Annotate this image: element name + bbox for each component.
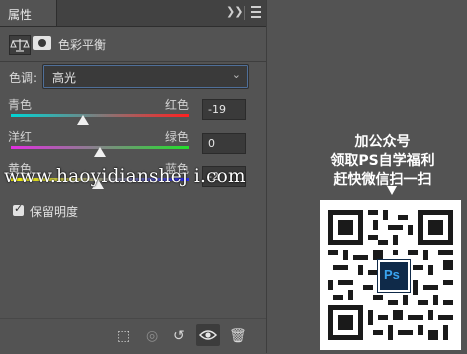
- photoshop-logo-icon: Ps: [378, 260, 410, 292]
- view-previous-icon[interactable]: ◎: [146, 328, 158, 344]
- promo-line-1: 加公众号: [354, 134, 411, 150]
- collapse-icon[interactable]: ❯❯: [226, 5, 243, 18]
- chevron-down-icon: ⌄: [231, 68, 241, 81]
- slider-cyan-label: 青色: [8, 98, 33, 112]
- tone-label: 色调:: [9, 71, 38, 85]
- slider-magenta-label: 洋红: [8, 130, 33, 144]
- panel-tab-bar: 属性 ❯❯: [0, 0, 266, 27]
- cyan-red-value-field[interactable]: -19: [202, 99, 246, 120]
- panel-bottom-toolbar: ⬚ ◎ ↺ 🗑: [0, 318, 266, 354]
- eye-icon: [198, 330, 218, 340]
- cyan-red-value: -19: [208, 103, 226, 116]
- cyan-red-slider-track[interactable]: [11, 114, 189, 117]
- promo-line-2: 领取PS自学福利: [330, 153, 435, 169]
- magenta-green-value: 0: [208, 137, 215, 150]
- reset-icon[interactable]: ↺: [173, 328, 185, 344]
- adjustment-title: 色彩平衡: [58, 38, 107, 52]
- trash-icon[interactable]: 🗑: [229, 328, 247, 344]
- magenta-green-value-field[interactable]: 0: [202, 133, 246, 154]
- qr-logo-text: Ps: [384, 267, 400, 282]
- preserve-luminosity-checkbox[interactable]: [13, 202, 24, 216]
- preserve-luminosity-label: 保留明度: [30, 205, 79, 219]
- cyan-red-slider-thumb[interactable]: [77, 115, 90, 125]
- slider-green-label: 绿色: [165, 130, 190, 144]
- clip-to-layer-icon[interactable]: ⬚: [117, 328, 130, 344]
- qr-code: Ps: [320, 200, 461, 350]
- tone-select-value: 高光: [52, 71, 77, 85]
- tab-properties[interactable]: 属性: [0, 0, 57, 26]
- tab-divider: [244, 6, 245, 20]
- layer-mask-icon[interactable]: [33, 36, 51, 50]
- slider-red-label: 红色: [165, 98, 190, 112]
- panel-menu-icon[interactable]: [251, 6, 261, 20]
- divider: [0, 61, 266, 62]
- color-balance-icon: [9, 35, 31, 55]
- adjustment-header: 色彩平衡: [0, 27, 266, 61]
- watermark-text: www.haoyidianshej i.com: [4, 166, 246, 187]
- tab-properties-label: 属性: [8, 8, 33, 22]
- magenta-green-slider-thumb[interactable]: [94, 147, 106, 157]
- visibility-toggle[interactable]: [196, 324, 220, 346]
- tone-select[interactable]: 高光 ⌄: [42, 64, 249, 89]
- arrow-down-icon: [387, 186, 397, 195]
- promo-line-3: 赶快微信扫一扫: [333, 172, 432, 188]
